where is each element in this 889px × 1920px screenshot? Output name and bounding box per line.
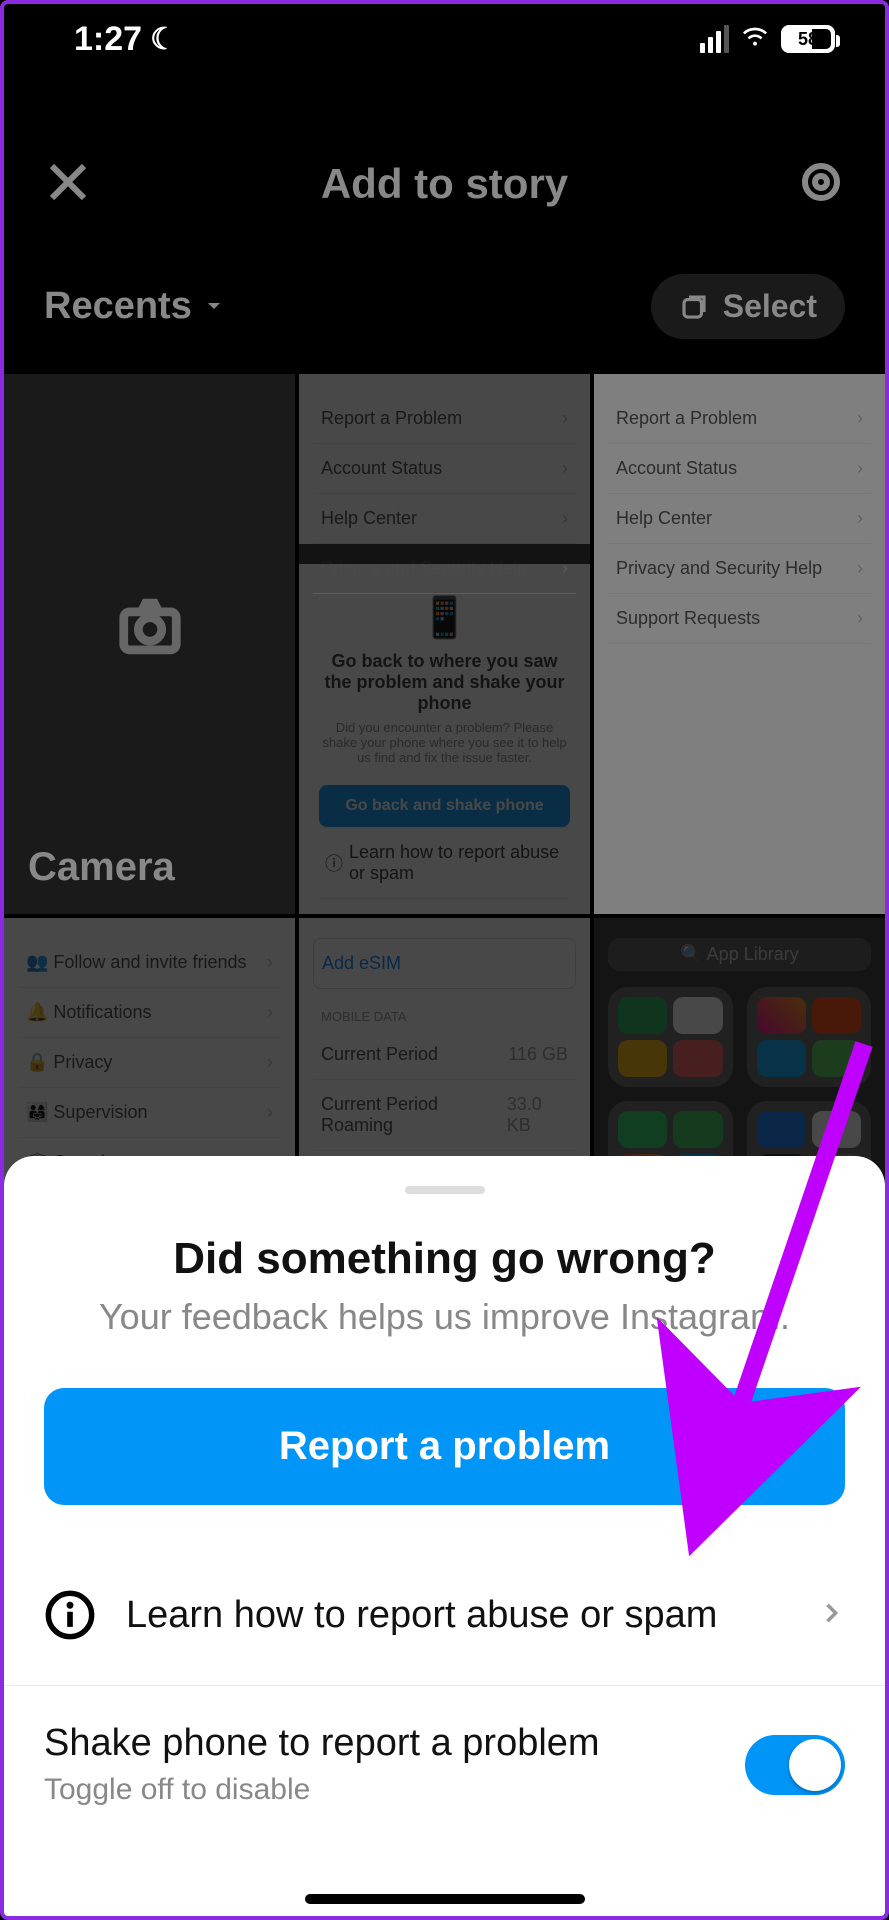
recents-dropdown[interactable]: Recents (44, 285, 226, 328)
chevron-right-icon (817, 1599, 845, 1632)
info-icon (44, 1589, 96, 1641)
shake-toggle-subtitle: Toggle off to disable (44, 1773, 745, 1807)
learn-report-abuse-row[interactable]: Learn how to report abuse or spam (4, 1545, 885, 1686)
report-problem-button[interactable]: Report a problem (44, 1388, 845, 1505)
home-indicator[interactable] (305, 1894, 585, 1904)
battery-icon: 58 (781, 25, 835, 53)
page-title: Add to story (321, 160, 568, 208)
do-not-disturb-icon: ☾ (150, 22, 177, 57)
recents-label: Recents (44, 285, 192, 328)
shake-toggle-title: Shake phone to report a problem (44, 1722, 745, 1765)
learn-report-label: Learn how to report abuse or spam (126, 1594, 817, 1637)
chevron-down-icon (202, 285, 226, 328)
select-label: Select (723, 288, 817, 325)
camera-tile[interactable]: Camera (4, 374, 295, 914)
status-bar: 1:27 ☾ 58 (4, 4, 885, 74)
sheet-grabber[interactable] (405, 1186, 485, 1194)
select-button[interactable]: Select (651, 274, 845, 339)
gear-icon[interactable] (797, 158, 845, 211)
report-problem-sheet: Did something go wrong? Your feedback he… (4, 1156, 885, 1916)
status-time: 1:27 (74, 20, 142, 59)
media-thumbnail[interactable]: Report a Problem› Account Status› Help C… (594, 374, 885, 914)
sheet-title: Did something go wrong? (4, 1234, 885, 1284)
media-thumbnail[interactable]: Report a Problem› Account Status› Help C… (299, 374, 590, 914)
multi-select-icon (679, 292, 709, 322)
close-icon[interactable] (44, 158, 92, 211)
cellular-signal-icon (700, 25, 729, 53)
sheet-subtitle: Your feedback helps us improve Instagram… (4, 1296, 885, 1338)
wifi-icon (739, 19, 771, 60)
camera-label: Camera (28, 845, 175, 890)
camera-icon (115, 592, 185, 667)
shake-toggle-row: Shake phone to report a problem Toggle o… (4, 1686, 885, 1807)
shake-toggle-switch[interactable] (745, 1735, 845, 1795)
